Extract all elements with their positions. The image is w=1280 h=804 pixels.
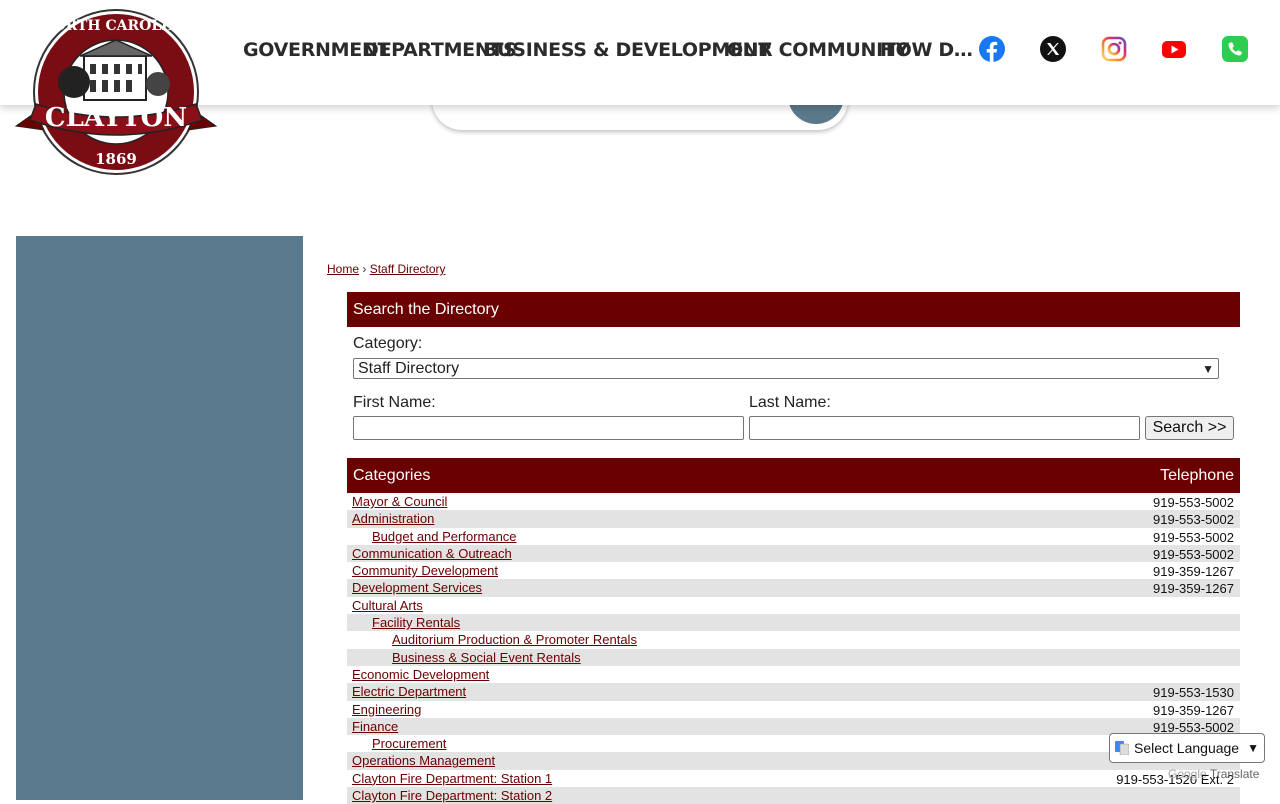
category-telephone: 919-553-5002 [1153, 495, 1234, 510]
category-link[interactable]: Facility Rentals [372, 615, 460, 630]
facebook-link[interactable] [979, 36, 1005, 62]
nav-how-do-i[interactable]: HOW DO I... [880, 38, 985, 62]
category-telephone: 919-553-1530 [1153, 685, 1234, 701]
breadcrumb: Home › Staff Directory [327, 262, 446, 276]
table-row: Clayton Fire Department: Station 2 [347, 787, 1240, 804]
table-row: Engineering 919-359-1267 [347, 701, 1240, 718]
category-telephone: 919-553-5002 [1153, 546, 1234, 562]
logo-state: NORTH CAROLINA [41, 18, 193, 34]
category-select[interactable]: Staff Directory ▼ [353, 358, 1219, 379]
category-telephone: 919-359-1267 [1153, 702, 1234, 718]
table-row: Business & Social Event Rentals [347, 648, 1240, 666]
google-translate-icon [1115, 741, 1129, 755]
youtube-icon [1162, 41, 1186, 58]
google-logo-icon: Google [1168, 767, 1207, 781]
table-row: Auditorium Production & Promoter Rentals [347, 631, 1240, 648]
table-row: Operations Management [347, 752, 1240, 770]
last-name-label: Last Name: [749, 394, 831, 411]
category-link[interactable]: Finance [352, 719, 398, 734]
table-row: Cultural Arts [347, 597, 1240, 614]
translate-link[interactable]: Translate [1210, 767, 1260, 781]
logo-year: 1869 [95, 150, 137, 168]
category-link[interactable]: Economic Development [352, 667, 489, 682]
logo-name: CLAYTON [45, 103, 187, 133]
table-row: Facility Rentals [347, 614, 1240, 632]
category-link[interactable]: Administration [352, 511, 434, 526]
x-icon [1040, 36, 1066, 62]
facebook-icon [979, 36, 1005, 62]
category-link[interactable]: Communication & Outreach [352, 546, 512, 561]
chevron-down-icon: ▼ [1202, 362, 1214, 376]
category-link[interactable]: Auditorium Production & Promoter Rentals [392, 632, 637, 647]
category-link[interactable]: Clayton Fire Department: Station 1 [352, 771, 552, 786]
last-name-input[interactable] [749, 416, 1140, 440]
instagram-link[interactable] [1101, 36, 1127, 62]
language-select[interactable]: Select Language ▼ [1109, 733, 1265, 763]
clayton-logo[interactable]: CLAYTON NORTH CAROLINA 1869 [14, 8, 218, 180]
category-link[interactable]: Business & Social Event Rentals [392, 650, 581, 665]
table-row: Economic Development [347, 666, 1240, 683]
youtube-link[interactable] [1161, 36, 1187, 62]
categories-header: Categories Telephone [347, 458, 1240, 493]
phone-icon [1222, 36, 1248, 62]
chevron-down-icon: ▼ [1247, 741, 1259, 755]
x-link[interactable] [1040, 36, 1066, 62]
breadcrumb-home[interactable]: Home [327, 262, 359, 276]
category-link[interactable]: Procurement [372, 736, 446, 751]
category-link[interactable]: Electric Department [352, 684, 466, 699]
category-link[interactable]: Mayor & Council [352, 494, 447, 509]
category-telephone: 919-359-1267 [1153, 564, 1234, 580]
categories-list: Mayor & Council 919-553-5002 Administratio… [347, 493, 1240, 804]
table-row: Mayor & Council 919-553-5002 [347, 493, 1240, 510]
first-name-input[interactable] [353, 416, 744, 440]
category-select-value: Staff Directory [358, 360, 460, 377]
category-telephone: 919-553-5002 [1153, 529, 1234, 545]
telephone-header-label: Telephone [1160, 467, 1234, 484]
table-row: Development Services 919-359-1267 [347, 579, 1240, 597]
breadcrumb-current[interactable]: Staff Directory [370, 262, 446, 276]
instagram-icon [1101, 36, 1127, 62]
table-row: Communication & Outreach 919-553-5002 [347, 544, 1240, 563]
table-row: Finance 919-553-5002 [347, 717, 1240, 736]
category-link[interactable]: Engineering [352, 702, 421, 717]
table-row: Budget and Performance 919-553-5002 [347, 528, 1240, 545]
category-telephone: 919-553-5002 [1153, 512, 1234, 528]
category-telephone: 919-359-1267 [1153, 581, 1234, 597]
category-link[interactable]: Operations Management [352, 753, 495, 768]
search-button[interactable]: Search >> [1145, 416, 1234, 440]
language-select-label: Select Language [1134, 740, 1240, 756]
table-row: Community Development 919-359-1267 [347, 562, 1240, 579]
sidebar [16, 236, 303, 800]
phone-link[interactable] [1222, 36, 1248, 62]
category-link[interactable]: Budget and Performance [372, 529, 517, 544]
category-link[interactable]: Community Development [352, 563, 498, 578]
category-label: Category: [353, 335, 423, 352]
table-row: Electric Department 919-553-1530 [347, 683, 1240, 701]
categories-header-label: Categories [353, 467, 431, 484]
search-panel-title: Search the Directory [347, 292, 1240, 327]
category-link[interactable]: Clayton Fire Department: Station 2 [352, 788, 552, 803]
translate-powered-label: Google Translate [1168, 767, 1259, 781]
category-link[interactable]: Cultural Arts [352, 598, 423, 613]
table-row: Clayton Fire Department: Station 1 919-55… [347, 770, 1240, 787]
category-link[interactable]: Development Services [352, 580, 482, 595]
breadcrumb-separator: › [362, 262, 367, 276]
first-name-label: First Name: [353, 394, 436, 411]
table-row: Administration 919-553-5002 [347, 510, 1240, 528]
table-row: Procurement [347, 735, 1240, 752]
